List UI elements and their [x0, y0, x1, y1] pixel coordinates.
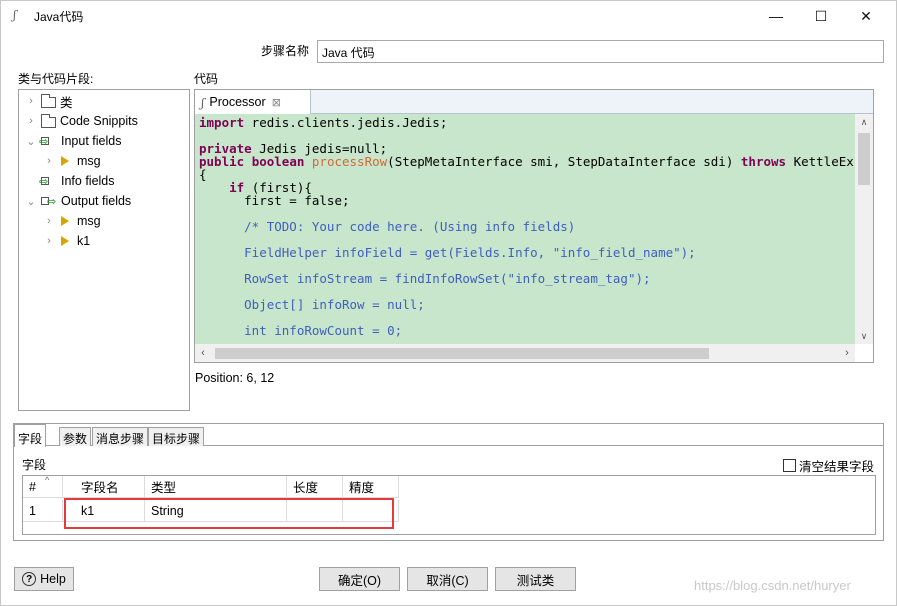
tree-item-label: k1 [77, 234, 91, 248]
column-header-num[interactable]: # ^ [23, 475, 63, 498]
tab-label: Processor [209, 95, 266, 109]
code-text-area[interactable]: import redis.clients.jedis.Jedis; privat… [195, 114, 855, 344]
tab-params[interactable]: 参数 [59, 427, 92, 446]
tree-item-label: Code Snippits [60, 114, 138, 128]
tree-item-label: Info fields [61, 174, 115, 188]
step-name-label: 步骤名称 [261, 44, 310, 58]
code-editor: ʃ Processor ⊠ import redis.clients.jedis… [194, 89, 874, 363]
sort-asc-icon[interactable]: ^ [45, 475, 49, 485]
window-title: Java代码 [34, 10, 84, 24]
snippet-tree[interactable]: › 类 › Code Snippits ⌄ ⇨ Input fields › m… [18, 89, 190, 411]
test-class-button[interactable]: 测试类 [495, 567, 576, 591]
scroll-left-icon[interactable]: ‹ [195, 344, 211, 362]
tree-item-label: msg [77, 214, 101, 228]
java-file-icon: ʃ [201, 94, 205, 110]
chevron-down-icon[interactable]: ⌄ [25, 135, 37, 148]
tree-item-info-fields[interactable]: ⇨ Info fields [37, 171, 115, 191]
tab-target-steps[interactable]: 目标步骤 [148, 427, 205, 446]
scroll-down-icon[interactable]: ∨ [855, 328, 873, 344]
step-name-input[interactable]: Java 代码 [317, 40, 884, 63]
tab-fields[interactable]: 字段 [14, 424, 47, 447]
column-header-name[interactable]: 字段名 [63, 476, 145, 498]
horizontal-scrollbar[interactable]: ‹ › [195, 344, 855, 362]
output-field-icon: ⇨ [41, 194, 57, 208]
cancel-button[interactable]: 取消(C) [407, 567, 488, 591]
field-triangle-icon [61, 216, 69, 226]
chevron-down-icon[interactable]: ⌄ [25, 195, 37, 208]
bottom-tabs: 字段 参数 消息步骤 目标步骤 [14, 424, 883, 447]
tab-processor[interactable]: ʃ Processor ⊠ [195, 90, 311, 114]
minimize-button[interactable]: — [753, 2, 799, 30]
chevron-right-icon[interactable]: › [43, 155, 55, 167]
folder-icon [41, 113, 56, 128]
close-button[interactable]: ✕ [843, 2, 889, 30]
chevron-right-icon[interactable]: › [25, 115, 37, 127]
tree-item-output-fields[interactable]: ⌄ ⇨ Output fields [25, 191, 131, 211]
tree-item-label: Input fields [61, 134, 122, 148]
column-header-length[interactable]: 长度 [287, 476, 343, 498]
tree-item-label: 类 [60, 95, 73, 110]
tree-label: 类与代码片段: [18, 72, 94, 86]
tab-info-steps[interactable]: 消息步骤 [92, 427, 149, 446]
ok-button[interactable]: 确定(O) [319, 567, 400, 591]
clear-result-label: 清空结果字段 [799, 460, 875, 474]
code-content: import redis.clients.jedis.Jedis; privat… [199, 115, 855, 338]
maximize-button[interactable]: ☐ [798, 2, 844, 30]
column-header-type[interactable]: 类型 [145, 476, 287, 498]
chevron-right-icon[interactable]: › [43, 235, 55, 247]
row-number: 1 [23, 500, 63, 522]
help-label: Help [40, 572, 66, 586]
tree-item-label: Output fields [61, 194, 132, 208]
highlight-box [64, 498, 394, 529]
field-triangle-icon [61, 156, 69, 166]
tree-item-label: msg [77, 154, 101, 168]
java-code-icon: ʃ [13, 8, 17, 22]
scroll-up-icon[interactable]: ∧ [855, 114, 873, 130]
fields-label: 字段 [22, 458, 47, 472]
checkbox-icon[interactable] [783, 459, 796, 472]
horizontal-scroll-thumb[interactable] [215, 348, 709, 359]
tree-item-input-msg[interactable]: › msg [43, 151, 101, 171]
tree-item-output-k1[interactable]: › k1 [43, 231, 90, 251]
column-header-precision[interactable]: 精度 [343, 476, 399, 498]
input-field-icon: ⇨ [39, 136, 49, 148]
chevron-right-icon[interactable]: › [25, 95, 37, 107]
scroll-right-icon[interactable]: › [839, 344, 855, 362]
chevron-right-icon[interactable]: › [43, 215, 55, 227]
tree-item-classes[interactable]: › 类 [25, 91, 73, 111]
tree-item-code-snippits[interactable]: › Code Snippits [25, 111, 138, 131]
folder-icon [41, 93, 56, 108]
close-tab-icon[interactable]: ⊠ [272, 96, 281, 109]
watermark-text: https://blog.csdn.net/huryer [694, 578, 851, 593]
vertical-scrollbar[interactable]: ∧ ∨ [855, 114, 873, 344]
info-field-icon: ⇨ [39, 176, 49, 188]
cursor-position: Position: 6, 12 [195, 371, 275, 385]
vertical-scroll-thumb[interactable] [858, 133, 870, 185]
tree-item-input-fields[interactable]: ⌄ ⇨ Input fields [25, 131, 121, 151]
code-label: 代码 [194, 72, 219, 86]
help-button[interactable]: ? Help [14, 567, 74, 591]
clear-result-fields-checkbox[interactable]: 清空结果字段 [783, 456, 874, 475]
field-triangle-icon [61, 236, 69, 246]
help-icon: ? [22, 572, 37, 586]
tree-item-output-msg[interactable]: › msg [43, 211, 101, 231]
